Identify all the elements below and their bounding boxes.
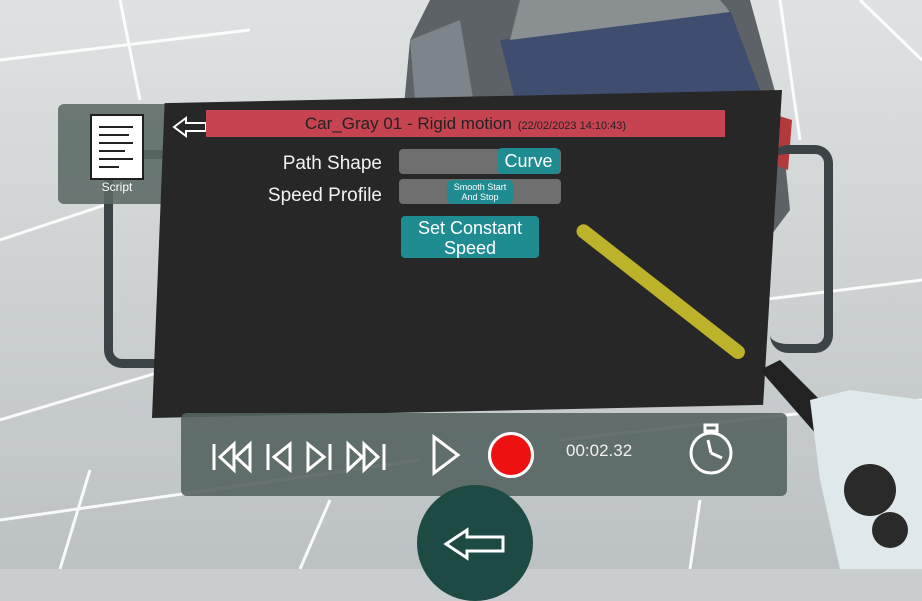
speed-profile-value-line1: Smooth Start [453,182,507,192]
vr-scene: Script Car_Gray 01 - Rigid motion (22/02/… [0,0,922,601]
step-back-icon[interactable] [264,440,294,474]
set-constant-speed-line1: Set Constant [417,218,523,238]
speed-profile-value-line2: And Stop [461,192,499,202]
right-pipe [770,145,833,353]
panel-timestamp: (22/02/2023 14:10:43) [517,120,627,132]
skip-to-end-icon[interactable] [344,440,388,474]
step-forward-icon[interactable] [304,440,334,474]
stopwatch-icon[interactable] [686,422,736,476]
panel-title-bar: Car_Gray 01 - Rigid motion (22/02/2023 14… [206,110,725,137]
record-icon[interactable] [488,432,534,478]
round-back-button[interactable] [417,485,533,601]
script-tab[interactable]: Script [58,104,176,204]
skip-to-start-icon[interactable] [210,440,254,474]
speed-profile-label: Speed Profile [267,185,382,206]
play-icon[interactable] [430,434,462,476]
speed-profile-value[interactable]: Smooth Start And Stop [447,180,513,204]
set-constant-speed-button[interactable]: Set Constant Speed [401,216,539,258]
path-shape-value[interactable]: Curve [497,148,560,174]
round-back-arrow-icon [443,527,505,561]
path-shape-label: Path Shape [282,153,382,174]
set-constant-speed-line2: Speed [443,238,497,258]
panel-title: Car_Gray 01 - Rigid motion [304,114,512,133]
playback-time: 00:02.32 [566,441,633,460]
back-arrow-icon[interactable] [172,116,208,138]
script-document-icon [90,114,144,180]
script-tab-label: Script [101,180,133,194]
